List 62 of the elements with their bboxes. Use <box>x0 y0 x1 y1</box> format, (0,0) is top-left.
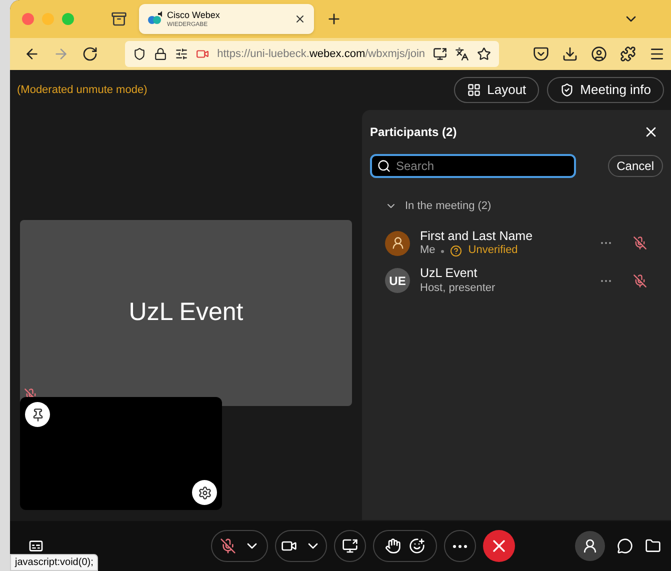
pin-icon <box>30 408 44 422</box>
avatar-icon <box>385 230 410 256</box>
extensions-icon[interactable] <box>620 46 636 62</box>
unverified-icon <box>450 245 462 257</box>
moderated-mode-notice: (Moderated unmute mode) <box>17 82 148 98</box>
shield-icon <box>560 83 574 97</box>
reactions-button[interactable] <box>373 530 437 562</box>
participants-button[interactable] <box>575 531 605 561</box>
back-icon[interactable] <box>24 46 40 62</box>
permissions-icon <box>175 47 188 61</box>
camera-icon <box>196 47 210 61</box>
address-bar[interactable]: https://uni-luebeck.webex.com/wbxmjs/join <box>125 41 499 67</box>
status-bar: javascript:void(0); <box>10 554 98 571</box>
webex-logo-icon <box>147 11 163 27</box>
tab-title: Cisco Webex <box>167 10 220 20</box>
translate-icon[interactable] <box>455 47 470 61</box>
chat-icon[interactable] <box>617 538 633 554</box>
layout-button[interactable]: Layout <box>454 77 540 103</box>
more-options-icon[interactable] <box>601 280 611 282</box>
more-button[interactable] <box>444 530 476 562</box>
ellipsis-icon <box>453 544 467 548</box>
unverified-status: Unverified <box>468 244 518 258</box>
pocket-icon[interactable] <box>533 46 549 62</box>
url-text: https://uni-luebeck.webex.com/wbxmjs/join <box>217 46 426 62</box>
close-tab-icon[interactable] <box>294 13 306 25</box>
tile-name: UzL Event <box>128 297 244 328</box>
participant-role: Me <box>420 244 436 258</box>
share-button[interactable] <box>334 530 366 562</box>
smiley-icon <box>409 538 425 554</box>
search-field[interactable]: Search <box>370 154 576 178</box>
grid-icon <box>467 83 482 97</box>
picture-in-picture-icon[interactable] <box>433 47 448 61</box>
section-header[interactable]: In the meeting (2) <box>385 198 663 214</box>
gear-icon <box>198 486 212 500</box>
shield-icon <box>133 47 146 61</box>
mute-button[interactable] <box>211 530 268 562</box>
meeting-info-button[interactable]: Meeting info <box>547 77 664 103</box>
video-button[interactable] <box>275 530 327 562</box>
lock-icon <box>154 47 168 61</box>
hand-icon <box>385 538 401 554</box>
settings-button[interactable] <box>192 480 217 505</box>
reload-icon[interactable] <box>82 46 98 62</box>
bookmark-star-icon[interactable] <box>477 47 492 61</box>
tab-tray-icon[interactable] <box>111 11 127 27</box>
folder-icon[interactable] <box>645 538 661 554</box>
menu-icon[interactable] <box>649 46 665 62</box>
more-options-icon[interactable] <box>601 242 611 244</box>
account-icon[interactable] <box>591 46 607 62</box>
share-screen-icon <box>342 538 358 554</box>
cancel-button[interactable]: Cancel <box>608 155 663 177</box>
participant-name: First and Last Name <box>420 228 533 244</box>
captions-icon[interactable] <box>28 538 44 554</box>
participant-role: Host, presenter <box>420 282 496 296</box>
panel-title: Participants (2) <box>370 124 457 141</box>
pin-button[interactable] <box>25 402 50 427</box>
initials-avatar: UE <box>385 268 410 294</box>
person-icon <box>582 538 598 554</box>
leave-button[interactable] <box>483 530 515 562</box>
participant-name: UzL Event <box>420 266 478 282</box>
search-icon <box>377 159 391 173</box>
download-icon[interactable] <box>562 46 578 62</box>
new-tab-icon[interactable] <box>326 11 342 27</box>
